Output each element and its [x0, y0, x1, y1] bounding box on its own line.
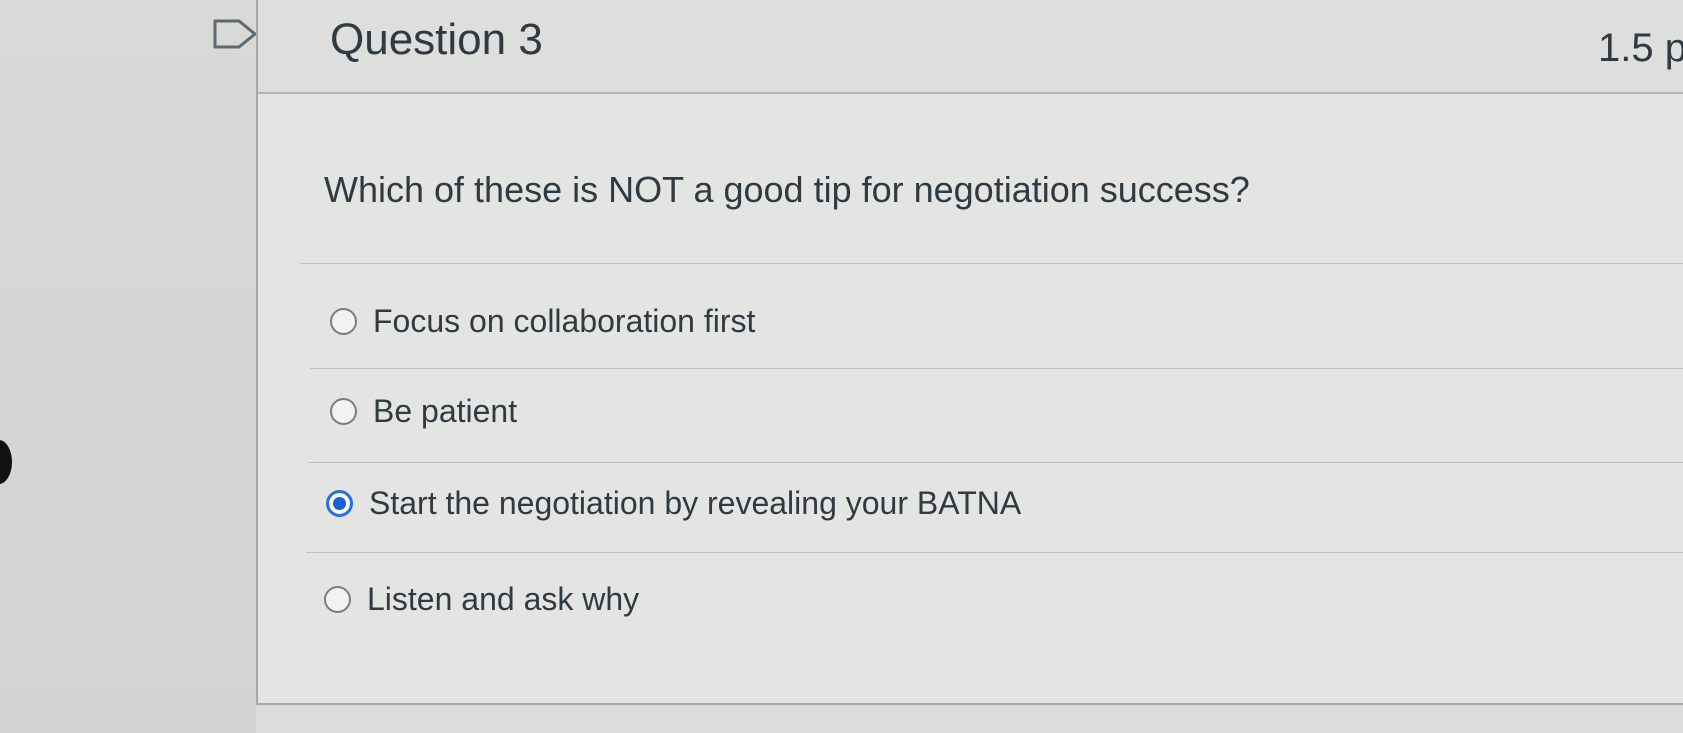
- radio-button-selected[interactable]: [326, 489, 353, 517]
- answer-label: Focus on collaboration first: [373, 303, 756, 339]
- question-header: Question 3 1.5 p: [258, 0, 1683, 94]
- flag-question-icon[interactable]: [212, 18, 260, 50]
- answer-option-4[interactable]: Listen and ask why: [324, 574, 639, 624]
- answer-option-1[interactable]: Focus on collaboration first: [330, 296, 755, 346]
- divider: [310, 368, 1683, 369]
- answer-option-3[interactable]: Start the negotiation by revealing your …: [326, 478, 1021, 528]
- divider: [306, 552, 1683, 553]
- answer-option-2[interactable]: Be patient: [330, 386, 517, 436]
- question-card: Question 3 1.5 p Which of these is NOT a…: [256, 0, 1683, 705]
- answer-label: Be patient: [373, 393, 518, 429]
- divider: [300, 263, 1683, 264]
- radio-button[interactable]: [324, 585, 351, 613]
- radio-button[interactable]: [330, 307, 357, 335]
- question-text: Which of these is NOT a good tip for neg…: [324, 169, 1250, 210]
- radio-button[interactable]: [330, 397, 357, 425]
- question-points: 1.5 p: [1598, 26, 1683, 70]
- answer-label: Start the negotiation by revealing your …: [369, 485, 1022, 521]
- divider: [308, 462, 1683, 463]
- answer-label: Listen and ask why: [367, 581, 640, 617]
- left-margin: [0, 0, 256, 733]
- question-title: Question 3: [330, 15, 543, 64]
